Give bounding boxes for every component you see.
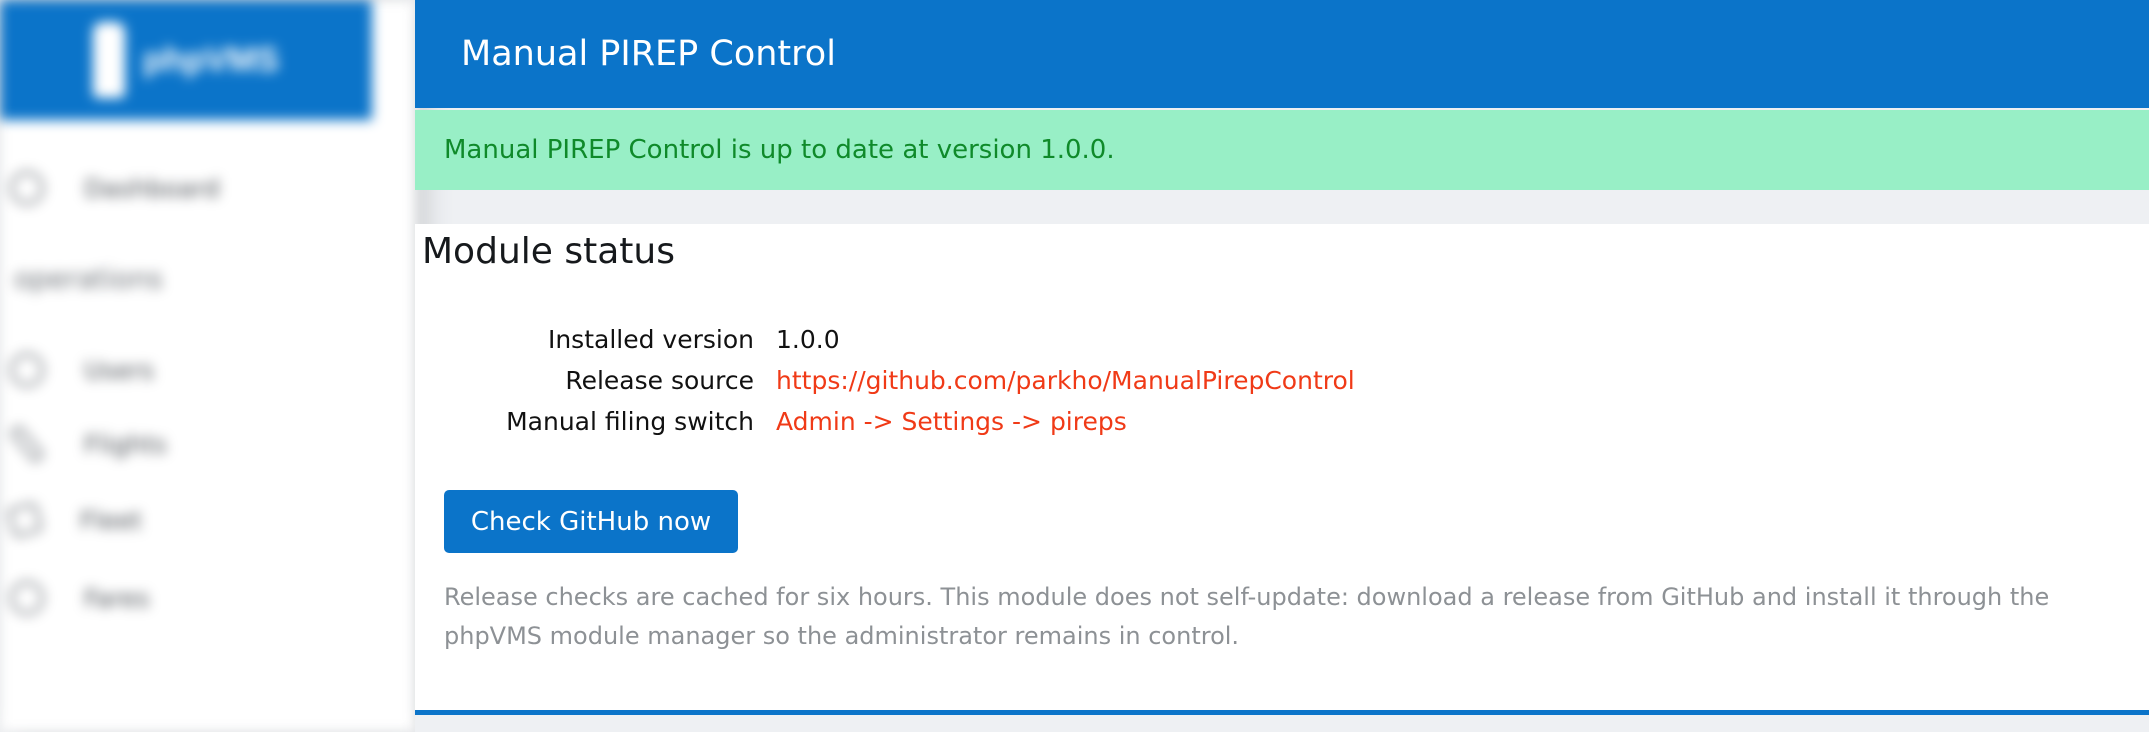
up-to-date-alert: Manual PIREP Control is up to date at ve… <box>415 110 2149 190</box>
status-row-installed-version: Installed version 1.0.0 <box>415 319 2149 360</box>
brand-name: phpVMS <box>143 40 279 79</box>
tag-icon <box>6 501 44 539</box>
sidebar-item-flights[interactable]: Flights <box>8 424 167 464</box>
sidebar-item-users[interactable]: Users <box>10 350 154 390</box>
status-value: 1.0.0 <box>776 325 840 354</box>
main-content: Manual PIREP Control Manual PIREP Contro… <box>415 0 2149 732</box>
page-footer-strip <box>415 715 2149 732</box>
status-label: Installed version <box>547 325 754 354</box>
check-github-button[interactable]: Check GitHub now <box>444 490 738 553</box>
user-icon <box>10 353 44 387</box>
status-label: Release source <box>565 366 754 395</box>
sidebar-item-fares[interactable]: Fares <box>10 578 150 618</box>
sidebar-item-label: Dashboard <box>84 173 220 203</box>
manual-filing-switch-link[interactable]: Admin -> Settings -> pireps <box>776 401 1127 442</box>
page-title: Manual PIREP Control <box>461 34 836 74</box>
sidebar-section-operations[interactable]: operations <box>14 262 163 295</box>
sidebar-brand[interactable]: phpVMS <box>0 0 372 120</box>
page-header: Manual PIREP Control <box>415 0 2149 108</box>
sidebar: phpVMS Dashboard operations Users Flight… <box>0 0 415 732</box>
sidebar-item-label: Flights <box>84 429 167 459</box>
status-row-manual-filing-switch: Manual filing switch Admin -> Settings -… <box>415 401 2149 442</box>
sidebar-item-fleet[interactable]: Fleet <box>6 500 142 540</box>
phpvms-logo-icon <box>93 22 125 98</box>
sidebar-item-label: Fleet <box>80 505 142 535</box>
module-status-title: Module status <box>422 231 675 272</box>
module-status-card: Module status Installed version 1.0.0 Re… <box>415 224 2149 714</box>
sidebar-item-dashboard[interactable]: Dashboard <box>10 168 220 208</box>
sidebar-item-label: Users <box>84 355 155 385</box>
release-source-link[interactable]: https://github.com/parkho/ManualPirepCon… <box>776 360 1355 401</box>
sidebar-section-label: operations <box>14 262 164 295</box>
status-row-release-source: Release source https://github.com/parkho… <box>415 360 2149 401</box>
help-text: Release checks are cached for six hours.… <box>444 583 2050 650</box>
sidebar-item-label: Fares <box>84 583 150 613</box>
status-label: Manual filing switch <box>506 407 754 436</box>
circle-icon <box>10 581 44 615</box>
pencil-icon <box>8 424 46 464</box>
dashboard-icon <box>10 171 44 205</box>
alert-message: Manual PIREP Control is up to date at ve… <box>444 135 1115 165</box>
